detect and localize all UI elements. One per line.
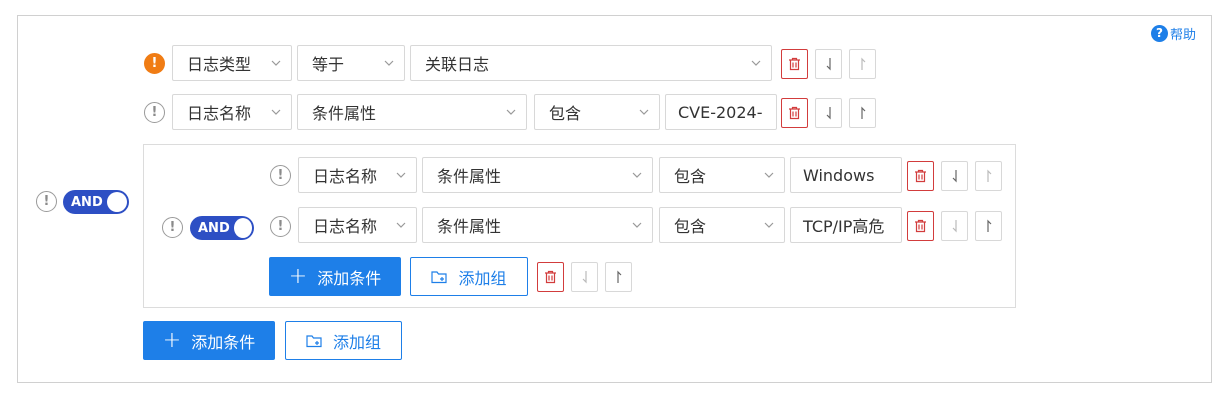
grow2-attr-select[interactable]: 条件属性 <box>422 207 653 243</box>
chevron-down-icon <box>271 58 281 68</box>
folder-add-icon <box>431 270 448 283</box>
row1-move-down-button[interactable] <box>815 49 842 79</box>
grow1-field-value: 日志名称 <box>313 167 378 186</box>
grow2-delete-button[interactable] <box>907 211 934 241</box>
row1-delete-button[interactable] <box>781 49 808 79</box>
grow2-value-text: TCP/IP高危 <box>803 217 885 236</box>
chevron-down-icon <box>632 170 642 180</box>
grow1-move-down-button[interactable] <box>941 161 968 191</box>
grow1-operator-value: 包含 <box>674 167 707 186</box>
chevron-down-icon <box>271 107 281 117</box>
root-add-group-button[interactable]: 添加组 <box>285 321 402 360</box>
row1-value-text: 关联日志 <box>425 55 490 74</box>
chevron-down-icon <box>751 58 761 68</box>
question-circle-icon: ? <box>1151 24 1168 42</box>
row1-field-select[interactable]: 日志类型 <box>172 45 292 81</box>
row2-field-select[interactable]: 日志名称 <box>172 94 292 130</box>
grow2-attr-value: 条件属性 <box>437 217 502 236</box>
grow1-value-input[interactable]: Windows <box>790 157 902 193</box>
arrow-up-icon <box>986 169 991 182</box>
arrow-up-icon <box>616 270 621 283</box>
row2-delete-button[interactable] <box>781 98 808 128</box>
arrow-up-icon <box>860 106 865 119</box>
help-link[interactable]: ? 帮助 <box>1151 24 1197 43</box>
chevron-down-icon <box>396 220 406 230</box>
plus-icon: + <box>288 263 308 289</box>
row1-warning-icon: ! <box>144 53 165 74</box>
row2-operator-select[interactable]: 包含 <box>534 94 660 130</box>
group-move-up-button[interactable] <box>605 262 632 292</box>
row2-attr-value: 条件属性 <box>312 104 377 123</box>
trash-icon <box>915 169 926 183</box>
grow1-attr-select[interactable]: 条件属性 <box>422 157 653 193</box>
grow1-delete-button[interactable] <box>907 161 934 191</box>
row1-operator-value: 等于 <box>312 55 345 74</box>
chevron-down-icon <box>639 107 649 117</box>
row1-operator-select[interactable]: 等于 <box>297 45 405 81</box>
chevron-down-icon <box>764 220 774 230</box>
row2-move-down-button[interactable] <box>815 98 842 128</box>
grow2-operator-select[interactable]: 包含 <box>659 207 785 243</box>
grow1-field-select[interactable]: 日志名称 <box>298 157 417 193</box>
folder-add-icon <box>306 334 322 347</box>
chevron-down-icon <box>396 170 406 180</box>
chevron-down-icon <box>764 170 774 180</box>
grow2-field-value: 日志名称 <box>313 217 378 236</box>
toggle-knob <box>233 218 252 238</box>
trash-icon <box>915 219 926 233</box>
arrow-down-icon <box>952 170 957 183</box>
root-warning-icon: ! <box>36 191 57 212</box>
group-warning-icon: ! <box>162 217 183 238</box>
chevron-down-icon <box>632 220 642 230</box>
grow2-field-select[interactable]: 日志名称 <box>298 207 417 243</box>
toggle-knob <box>106 192 127 212</box>
grow1-move-up-button[interactable] <box>975 161 1002 191</box>
plus-icon: + <box>162 327 182 353</box>
row2-move-up-button[interactable] <box>849 98 876 128</box>
arrow-up-icon <box>986 219 991 232</box>
row2-attr-select[interactable]: 条件属性 <box>297 94 527 130</box>
chevron-down-icon <box>384 58 394 68</box>
arrow-down-icon <box>952 220 957 233</box>
root-add-group-label: 添加组 <box>332 332 381 352</box>
grow1-value-text: Windows <box>803 165 875 185</box>
root-add-condition-button[interactable]: + 添加条件 <box>143 321 275 360</box>
trash-icon <box>789 106 800 120</box>
row2-field-value: 日志名称 <box>187 104 252 123</box>
arrow-down-icon <box>582 271 587 284</box>
group-add-group-label: 添加组 <box>458 268 507 288</box>
grow1-attr-value: 条件属性 <box>437 167 502 186</box>
grow2-value-input[interactable]: TCP/IP高危 <box>790 207 902 243</box>
arrow-down-icon <box>826 58 831 71</box>
grow2-move-down-button[interactable] <box>941 211 968 241</box>
arrow-down-icon <box>826 107 831 120</box>
help-label: 帮助 <box>1170 27 1197 43</box>
group-move-down-button[interactable] <box>571 262 598 292</box>
grow1-operator-select[interactable]: 包含 <box>659 157 785 193</box>
group-operator-label: AND <box>198 220 230 236</box>
arrow-up-icon <box>860 57 865 70</box>
chevron-down-icon <box>506 107 516 117</box>
grow2-operator-value: 包含 <box>674 217 707 236</box>
root-and-toggle[interactable]: AND <box>63 190 129 214</box>
row1-field-value: 日志类型 <box>187 55 252 74</box>
root-add-condition-label: 添加条件 <box>191 332 256 352</box>
row2-warning-icon: ! <box>144 102 165 123</box>
trash-icon <box>789 57 800 71</box>
group-add-group-button[interactable]: 添加组 <box>410 257 528 296</box>
trash-icon <box>545 270 556 284</box>
group-add-condition-button[interactable]: + 添加条件 <box>269 257 401 296</box>
grow2-move-up-button[interactable] <box>975 211 1002 241</box>
grow2-warning-icon: ! <box>270 216 291 237</box>
group-and-toggle[interactable]: AND <box>190 216 254 240</box>
group-add-condition-label: 添加条件 <box>317 268 382 288</box>
grow1-warning-icon: ! <box>270 165 291 186</box>
row1-move-up-button[interactable] <box>849 49 876 79</box>
row2-operator-value: 包含 <box>549 104 582 123</box>
group-delete-button[interactable] <box>537 262 564 292</box>
row1-value-select[interactable]: 关联日志 <box>410 45 772 81</box>
root-operator-label: AND <box>71 194 103 210</box>
row2-value-input[interactable]: CVE-2024- <box>665 94 777 130</box>
row2-value-text: CVE-2024- <box>678 102 763 122</box>
